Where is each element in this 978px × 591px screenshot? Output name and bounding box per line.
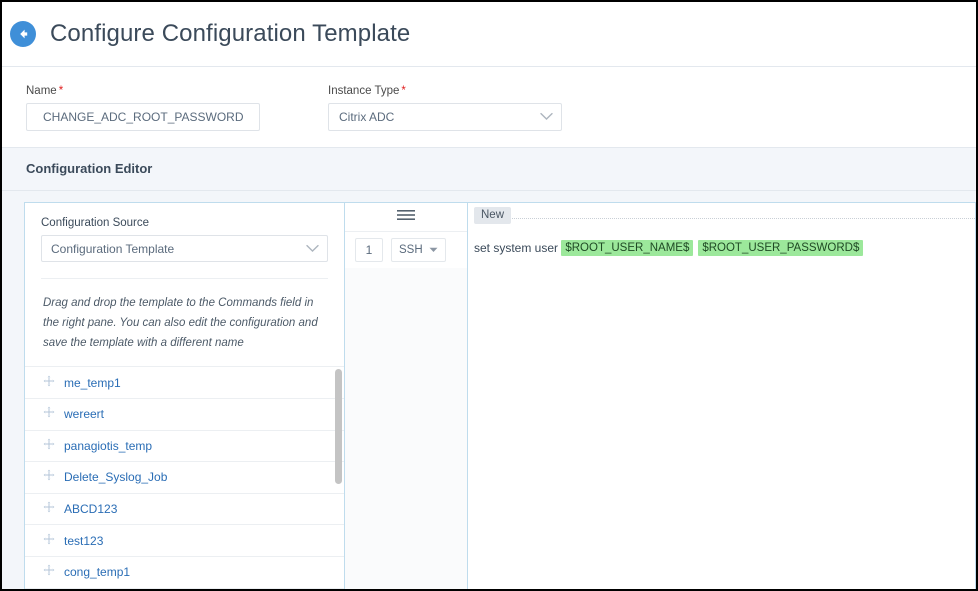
list-item[interactable]: test123 <box>25 525 344 557</box>
list-item-label: panagiotis_temp <box>64 438 153 453</box>
list-item-label: me_temp1 <box>64 375 121 390</box>
instance-type-field-group: Instance Type * Citrix ADC <box>328 85 562 131</box>
commands-pane: New set system user $ROOT_USER_NAME$ $RO… <box>468 202 976 589</box>
commands-tabbar: New <box>468 203 975 232</box>
list-item[interactable]: me_temp1 <box>25 367 344 399</box>
commands-editor[interactable]: set system user $ROOT_USER_NAME$ $ROOT_U… <box>468 232 975 589</box>
config-source-value: Configuration Template <box>51 241 175 256</box>
configuration-editor-body: Configuration Source Configuration Templ… <box>2 191 976 589</box>
tabbar-divider <box>512 218 975 219</box>
protocol-value: SSH <box>399 244 423 256</box>
page-title: Configure Configuration Template <box>50 20 411 47</box>
gutter-row: 1 SSH <box>345 232 467 268</box>
variable-chip[interactable]: $ROOT_USER_PASSWORD$ <box>698 240 864 256</box>
command-line[interactable]: set system user $ROOT_USER_NAME$ $ROOT_U… <box>468 232 975 256</box>
config-source-group: Configuration Source Configuration Templ… <box>25 203 344 262</box>
move-handle-icon[interactable] <box>43 563 55 581</box>
required-marker: * <box>58 85 64 97</box>
config-source-select[interactable]: Configuration Template <box>41 235 328 262</box>
configuration-editor-title: Configuration Editor <box>26 161 153 176</box>
required-marker: * <box>401 85 406 97</box>
configuration-source-pane: Configuration Source Configuration Templ… <box>24 202 344 589</box>
drag-drop-hint: Drag and drop the template to the Comman… <box>43 297 318 350</box>
list-item[interactable]: wereert <box>25 399 344 431</box>
instance-type-value: Citrix ADC <box>339 110 395 124</box>
form-row: Name * CHANGE_ADC_ROOT_PASSWORD Instance … <box>2 67 976 148</box>
name-input[interactable]: CHANGE_ADC_ROOT_PASSWORD <box>26 103 260 131</box>
list-item-label: test123 <box>64 533 104 548</box>
list-item-label: wereert <box>64 407 105 422</box>
command-text: set system user <box>474 241 562 255</box>
variable-chip[interactable]: $ROOT_USER_NAME$ <box>561 240 694 256</box>
instance-type-label-text: Instance Type <box>328 85 400 97</box>
line-gutter-pane: 1 SSH <box>344 202 468 589</box>
move-handle-icon[interactable] <box>43 437 55 455</box>
hamburger-menu-icon[interactable] <box>396 208 416 227</box>
name-field-group: Name * CHANGE_ADC_ROOT_PASSWORD <box>26 85 260 131</box>
move-handle-icon[interactable] <box>43 532 55 550</box>
move-handle-icon[interactable] <box>43 500 55 518</box>
gutter-filler <box>345 268 467 589</box>
template-list[interactable]: me_temp1 wereert panagiotis_temp Delete_… <box>25 366 344 589</box>
list-item[interactable]: ABCD123 <box>25 494 344 526</box>
name-label: Name * <box>26 85 260 97</box>
instance-type-select[interactable]: Citrix ADC <box>328 103 562 131</box>
chevron-down-icon <box>306 242 319 256</box>
instance-type-label: Instance Type * <box>328 85 562 97</box>
list-item-label: cong_temp1 <box>64 565 131 580</box>
back-arrow-icon[interactable] <box>10 21 36 47</box>
line-number: 1 <box>355 238 383 262</box>
tab-new[interactable]: New <box>474 207 512 224</box>
move-handle-icon[interactable] <box>43 374 55 392</box>
caret-down-icon <box>429 244 438 256</box>
vertical-scrollbar[interactable] <box>335 369 342 485</box>
app-window: Configure Configuration Template Name * C… <box>0 0 978 591</box>
list-item[interactable]: panagiotis_temp <box>25 431 344 463</box>
gutter-toolbar <box>345 203 467 232</box>
protocol-select[interactable]: SSH <box>391 238 446 262</box>
list-item-label: Delete_Syslog_Job <box>64 470 168 485</box>
name-label-text: Name <box>26 85 57 97</box>
list-item[interactable]: cong_temp1 <box>25 557 344 589</box>
config-source-label: Configuration Source <box>41 217 150 229</box>
list-item-label: ABCD123 <box>64 502 118 517</box>
move-handle-icon[interactable] <box>43 405 55 423</box>
move-handle-icon[interactable] <box>43 468 55 486</box>
name-input-value: CHANGE_ADC_ROOT_PASSWORD <box>43 110 244 124</box>
configuration-editor-header: Configuration Editor <box>2 148 976 191</box>
list-item[interactable]: Delete_Syslog_Job <box>25 462 344 494</box>
page-header: Configure Configuration Template <box>2 2 976 67</box>
chevron-down-icon <box>540 110 553 124</box>
